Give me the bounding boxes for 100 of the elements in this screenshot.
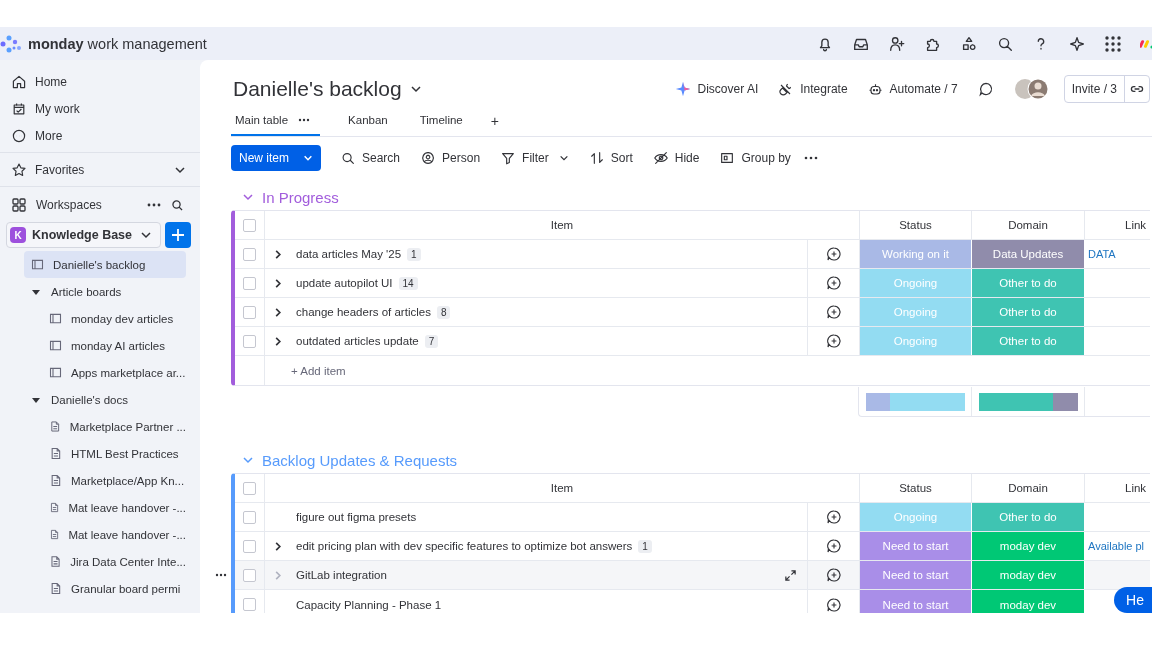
view-tab[interactable]: Kanban xyxy=(344,106,392,136)
search-icon[interactable] xyxy=(171,198,184,212)
item-name[interactable]: Capacity Planning - Phase 1 xyxy=(296,598,442,611)
item-name[interactable]: data articles May '25 xyxy=(296,248,402,260)
document-icon xyxy=(48,500,61,515)
expand-icon[interactable] xyxy=(784,568,797,582)
toolbar-button[interactable]: Hide xyxy=(645,150,707,166)
apps-grid-icon[interactable] xyxy=(1104,34,1122,53)
board-item[interactable]: Apps marketplace ar... xyxy=(24,359,186,386)
toolbar-button[interactable]: Group by xyxy=(712,150,798,166)
triangle-down-icon[interactable] xyxy=(32,287,40,296)
expand-icon[interactable] xyxy=(274,540,282,552)
subitem-count[interactable]: 7 xyxy=(424,334,439,348)
add-update-icon[interactable] xyxy=(825,538,842,554)
link[interactable]: Available pl xyxy=(1088,540,1145,552)
add-person-icon[interactable] xyxy=(888,34,906,53)
nav-item[interactable]: More xyxy=(0,122,200,149)
search-icon xyxy=(340,150,356,166)
triangle-down-icon[interactable] xyxy=(32,395,40,404)
subitem-count[interactable]: 14 xyxy=(398,276,418,290)
action-button[interactable]: Automate / 7 xyxy=(861,81,964,97)
add-update-icon[interactable] xyxy=(825,246,842,262)
add-button[interactable] xyxy=(165,222,191,248)
board-item[interactable]: monday AI articles xyxy=(24,332,186,359)
checkbox[interactable] xyxy=(243,539,256,553)
workspace-badge: K xyxy=(10,227,26,243)
board-title[interactable]: Danielle's backlog xyxy=(233,77,402,101)
person-icon xyxy=(420,150,437,166)
action-button[interactable]: Integrate xyxy=(772,81,854,97)
home-icon xyxy=(11,73,27,90)
view-tab[interactable]: Main table xyxy=(231,106,321,136)
toolbar-button[interactable]: Filter xyxy=(493,150,576,166)
shapes-icon[interactable] xyxy=(960,34,978,53)
item-name[interactable]: GitLab integration xyxy=(296,569,387,581)
add-update-icon[interactable] xyxy=(825,509,842,525)
add-view-button[interactable]: + xyxy=(490,113,499,129)
item-name[interactable]: change headers of articles xyxy=(296,306,431,318)
doc-item[interactable]: Jira Data Center Inte... xyxy=(24,548,186,575)
folder-item[interactable]: Article boards xyxy=(24,278,186,305)
collapse-icon[interactable] xyxy=(242,454,254,466)
item-name[interactable]: outdated articles update xyxy=(296,335,419,347)
checkbox[interactable] xyxy=(243,334,256,348)
doc-item[interactable]: Marketplace Partner ... xyxy=(24,413,186,440)
expand-icon[interactable] xyxy=(274,248,282,260)
toolbar-button[interactable]: Person xyxy=(413,150,488,166)
doc-item[interactable]: Granular board permi xyxy=(24,575,186,602)
board-icon xyxy=(48,311,63,326)
favorites-item[interactable]: Favorites xyxy=(0,156,200,183)
group-title[interactable]: In Progress xyxy=(262,188,339,206)
caret-icon[interactable] xyxy=(303,153,313,163)
link[interactable]: DATA xyxy=(1088,248,1116,260)
checkbox[interactable] xyxy=(243,510,256,524)
doc-item[interactable]: Mat leave handover -... xyxy=(24,494,186,521)
board-item[interactable]: Danielle's backlog xyxy=(24,251,186,278)
checkbox[interactable] xyxy=(243,598,256,611)
app-name: monday work management xyxy=(28,35,207,52)
checkbox[interactable] xyxy=(243,568,256,582)
add-update-icon[interactable] xyxy=(825,275,842,291)
row-menu-icon[interactable] xyxy=(215,573,227,577)
add-update-icon[interactable] xyxy=(825,596,842,613)
add-update-icon[interactable] xyxy=(825,567,842,583)
item-name[interactable]: update autopilot UI xyxy=(296,277,393,289)
toolbar-button[interactable]: Sort xyxy=(581,150,640,166)
expand-icon[interactable] xyxy=(274,306,282,318)
help-button[interactable]: He xyxy=(1114,587,1152,613)
board-item[interactable]: monday dev articles xyxy=(24,305,186,332)
collapse-icon[interactable] xyxy=(242,191,254,203)
nav-item[interactable]: Home xyxy=(0,68,200,95)
expand-icon[interactable] xyxy=(274,277,282,289)
subitem-count[interactable]: 1 xyxy=(407,247,421,261)
item-name[interactable]: figure out figma presets xyxy=(296,511,417,523)
doc-item[interactable]: Marketplace/App Kn... xyxy=(24,467,186,494)
plug-icon xyxy=(778,81,794,97)
nav-item[interactable]: My work xyxy=(0,95,200,122)
workspace-dropdown[interactable]: K Knowledge Base xyxy=(6,222,161,248)
sparkle-icon[interactable] xyxy=(1068,34,1086,53)
subitem-count[interactable]: 1 xyxy=(638,539,652,553)
avatar-group[interactable] xyxy=(1013,78,1050,100)
toolbar-button[interactable]: Search xyxy=(333,150,408,166)
plus-icon xyxy=(171,228,185,242)
comment-icon[interactable] xyxy=(977,81,994,97)
checkbox[interactable] xyxy=(243,218,256,232)
chevron-down-icon[interactable] xyxy=(409,83,422,95)
expand-icon[interactable] xyxy=(274,335,282,347)
action-button[interactable]: Discover AI xyxy=(668,81,765,97)
add-update-icon[interactable] xyxy=(825,304,842,320)
checkbox[interactable] xyxy=(243,276,256,290)
checkbox[interactable] xyxy=(243,305,256,319)
group-icon xyxy=(719,150,736,166)
doc-item[interactable]: HTML Best Practices xyxy=(24,440,186,467)
folder-item[interactable]: Danielle's docs xyxy=(24,386,186,413)
view-tab[interactable]: Timeline xyxy=(415,106,467,136)
add-update-icon[interactable] xyxy=(825,333,842,349)
add-item-button[interactable]: + Add item xyxy=(291,364,346,377)
doc-item[interactable]: Mat leave handover -... xyxy=(24,521,186,548)
subitem-count[interactable]: 8 xyxy=(436,305,451,319)
item-name[interactable]: edit pricing plan with dev specific features to optimize bot answers xyxy=(296,540,633,552)
checkbox[interactable] xyxy=(243,247,256,261)
new-item-button[interactable]: New item xyxy=(231,145,321,171)
checkbox[interactable] xyxy=(243,481,256,495)
